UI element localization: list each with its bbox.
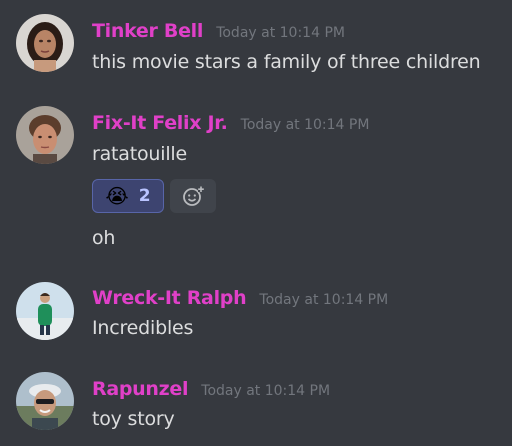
timestamp: Today at 10:14 PM <box>240 117 370 133</box>
message-header: Wreck-It Ralph Today at 10:14 PM <box>92 287 388 309</box>
message-text: ratatouille <box>92 143 187 165</box>
username[interactable]: Rapunzel <box>92 378 188 400</box>
reactions-bar: 😭 2 <box>92 179 216 213</box>
reaction-button[interactable]: 😭 2 <box>92 179 164 213</box>
add-reaction-button[interactable] <box>170 179 216 213</box>
username[interactable]: Fix-It Felix Jr. <box>92 112 228 134</box>
message-text: this movie stars a family of three child… <box>92 51 481 73</box>
avatar[interactable] <box>16 282 74 340</box>
sob-emoji-icon: 😭 <box>105 184 129 208</box>
reaction-count: 2 <box>138 186 151 206</box>
message-header: Rapunzel Today at 10:14 PM <box>92 378 330 400</box>
username[interactable]: Wreck-It Ralph <box>92 287 247 309</box>
message-text: Incredibles <box>92 317 194 339</box>
avatar[interactable] <box>16 106 74 164</box>
message-header: Fix-It Felix Jr. Today at 10:14 PM <box>92 112 369 134</box>
timestamp: Today at 10:14 PM <box>201 383 331 399</box>
message-text: oh <box>92 227 116 249</box>
add-reaction-icon <box>183 186 204 206</box>
timestamp: Today at 10:14 PM <box>259 292 389 308</box>
username[interactable]: Tinker Bell <box>92 20 203 42</box>
avatar[interactable] <box>16 14 74 72</box>
message-header: Tinker Bell Today at 10:14 PM <box>92 20 345 42</box>
timestamp: Today at 10:14 PM <box>216 25 345 41</box>
avatar[interactable] <box>16 372 74 430</box>
message-text: toy story <box>92 408 175 430</box>
